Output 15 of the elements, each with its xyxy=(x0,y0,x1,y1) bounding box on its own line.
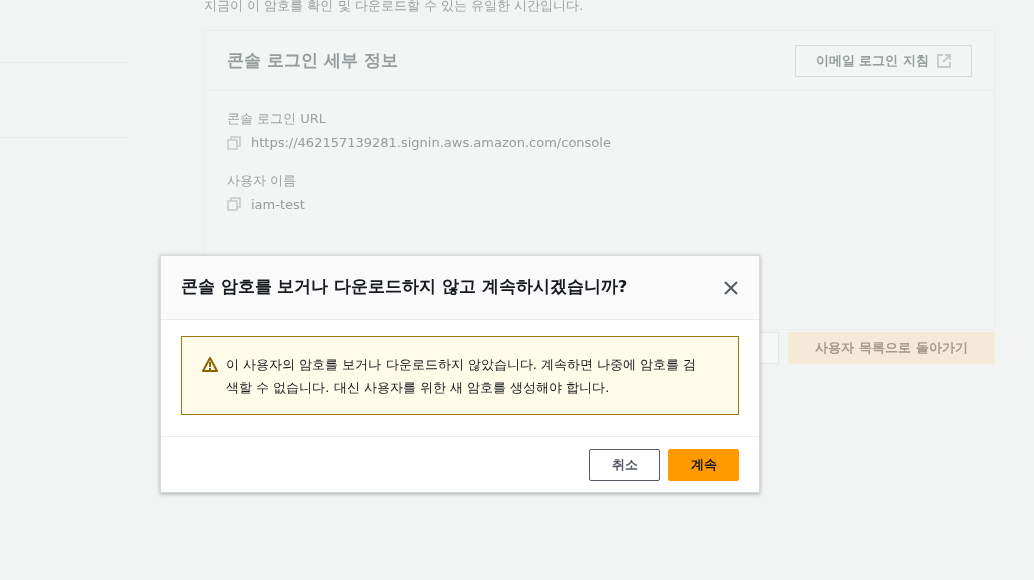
warning-icon xyxy=(202,357,218,372)
field-label: 콘솔 로그인 URL xyxy=(227,110,328,128)
card-title: 콘솔 로그인 세부 정보 xyxy=(227,48,398,72)
close-icon[interactable] xyxy=(723,279,739,296)
field-value: iam-test xyxy=(251,195,305,214)
continue-button[interactable]: 계속 xyxy=(668,448,739,481)
dialog-title: 콘솔 암호를 보거나 다운로드하지 않고 계속하시겠습니까? xyxy=(181,276,628,299)
field-value: https://462157139281.signin.aws.amazon.com/console xyxy=(251,134,611,152)
external-link-icon xyxy=(937,53,951,68)
copy-icon[interactable] xyxy=(227,197,241,212)
cancel-button[interactable]: 취소 xyxy=(589,448,660,481)
warning-text: 이 사용자의 암호를 보거나 다운로드하지 않았습니다. 계속하면 나중에 암호를 검색할 수 없습니다. 대신 사용자를 위한 새 암호를 생성해야 합니다. xyxy=(226,356,698,397)
intro-text: 지금이 이 암호를 확인 및 다운로드할 수 있는 유일한 시간입니다. xyxy=(204,0,585,15)
copy-icon[interactable] xyxy=(227,135,241,150)
field-label: 사용자 이름 xyxy=(227,171,298,190)
